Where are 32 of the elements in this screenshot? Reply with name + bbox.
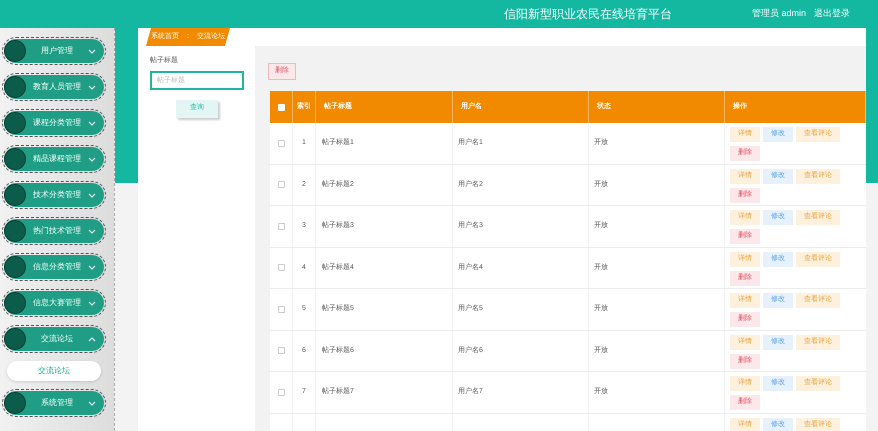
sidebar-menu-item[interactable]: 热门技术管理 <box>4 219 104 243</box>
sidebar-menu-item[interactable]: 交流论坛 <box>4 327 104 351</box>
sidebar-menu-item[interactable]: 信息分类管理 <box>4 255 104 279</box>
platform-title: 信阳新型职业农民在线培育平台 <box>504 6 672 23</box>
row-checkbox[interactable] <box>278 388 284 396</box>
chevron-down-icon <box>88 120 96 126</box>
chevron-down-icon <box>88 192 96 198</box>
sidebar-menu-item[interactable]: 系统管理 <box>4 391 104 415</box>
sidebar-menu-item[interactable]: 技术分类管理 <box>4 183 104 207</box>
chevron-down-icon <box>88 228 96 234</box>
row-checkbox[interactable] <box>278 264 284 272</box>
chevron-down-icon <box>88 300 96 306</box>
sidebar-menu-item[interactable]: 课程分类管理 <box>4 111 104 135</box>
chevron-down-icon <box>88 400 96 406</box>
chevron-down-icon <box>88 156 96 162</box>
sidebar-submenu-item[interactable]: 交流论坛 <box>7 361 101 381</box>
chevron-down-icon <box>88 264 96 270</box>
sidebar-menu-item[interactable]: 信息大赛管理 <box>4 291 104 315</box>
logout-link[interactable]: 退出登录 <box>814 7 850 21</box>
chevron-down-icon <box>88 84 96 90</box>
sidebar-menu-item[interactable]: 用户管理 <box>4 39 104 63</box>
row-checkbox[interactable] <box>278 306 284 313</box>
chevron-up-icon <box>88 336 96 342</box>
select-all-checkbox[interactable] <box>278 104 284 110</box>
row-checkbox[interactable] <box>278 222 284 230</box>
sidebar-menu-item[interactable]: 精品课程管理 <box>4 147 104 171</box>
row-checkbox[interactable] <box>278 140 284 147</box>
row-checkbox[interactable] <box>278 347 284 354</box>
chevron-down-icon <box>88 48 96 54</box>
admin-label: 管理员 admin <box>752 7 806 20</box>
row-checkbox[interactable] <box>278 181 284 188</box>
sidebar-menu-item[interactable]: 教育人员管理 <box>4 75 104 99</box>
